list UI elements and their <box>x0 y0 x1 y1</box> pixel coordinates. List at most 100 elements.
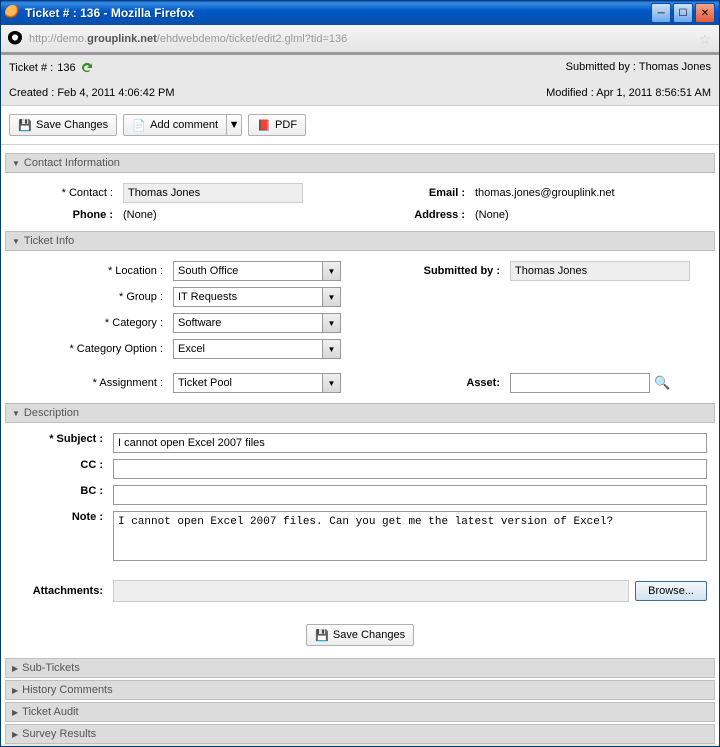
location-select[interactable]: ▼ <box>173 261 370 281</box>
url-prefix: http://demo. <box>29 33 87 45</box>
close-button[interactable]: ✕ <box>695 3 715 23</box>
sub-tickets-section-header[interactable]: ▶ Sub-Tickets <box>5 658 715 678</box>
category-option-label: Category Option : <box>13 343 163 355</box>
collapse-arrow-icon: ▼ <box>12 237 20 246</box>
submitted-by-label2: Submitted by : <box>380 265 500 277</box>
contact-section-title: Contact Information <box>24 157 120 169</box>
pdf-label: PDF <box>275 119 297 131</box>
email-value: thomas.jones@grouplink.net <box>475 187 707 199</box>
window-title: Ticket # : 136 - Mozilla Firefox <box>25 6 651 20</box>
attachments-label: Attachments: <box>13 585 103 597</box>
asset-field[interactable] <box>510 373 650 393</box>
submitted-by-label: Submitted by : <box>566 61 636 73</box>
ticket-number-label: Ticket # : <box>9 62 53 74</box>
history-title: History Comments <box>22 684 112 696</box>
maximize-button[interactable]: ☐ <box>673 3 693 23</box>
note-label: Note : <box>13 511 103 523</box>
pdf-icon <box>257 118 271 132</box>
save-icon <box>315 628 329 642</box>
save-changes-button[interactable]: Save Changes <box>9 114 117 136</box>
category-select[interactable]: ▼ <box>173 313 370 333</box>
category-option-value <box>173 339 323 359</box>
save-label-bottom: Save Changes <box>333 629 405 641</box>
subject-label: Subject : <box>13 433 103 445</box>
history-comments-section-header[interactable]: ▶ History Comments <box>5 680 715 700</box>
email-label: Email : <box>365 187 465 199</box>
site-icon <box>7 31 23 47</box>
save-icon <box>18 118 32 132</box>
url-host: grouplink.net <box>87 33 157 45</box>
minimize-button[interactable]: ─ <box>651 3 671 23</box>
bookmark-star-icon[interactable]: ☆ <box>697 31 713 47</box>
note-field[interactable] <box>113 511 707 561</box>
created-label: Created : <box>9 87 54 99</box>
group-label: Group : <box>13 291 163 303</box>
ticket-audit-section-header[interactable]: ▶ Ticket Audit <box>5 702 715 722</box>
bc-label: BC : <box>13 485 103 497</box>
expand-arrow-icon: ▶ <box>12 686 18 695</box>
chevron-down-icon[interactable]: ▼ <box>323 287 341 307</box>
window-titlebar: Ticket # : 136 - Mozilla Firefox ─ ☐ ✕ <box>1 1 719 25</box>
url-path: /ehdwebdemo/ticket/edit2.glml?tid=136 <box>157 33 347 45</box>
expand-arrow-icon: ▶ <box>12 730 18 739</box>
assignment-label: Assignment : <box>13 377 163 389</box>
subject-field[interactable] <box>113 433 707 453</box>
assignment-value <box>173 373 323 393</box>
expand-arrow-icon: ▶ <box>12 708 18 717</box>
category-value <box>173 313 323 333</box>
expand-arrow-icon: ▶ <box>12 664 18 673</box>
ticket-info-section-header[interactable]: ▼ Ticket Info <box>5 231 715 251</box>
category-option-select[interactable]: ▼ <box>173 339 370 359</box>
asset-label: Asset: <box>380 377 500 389</box>
phone-label: Phone : <box>13 209 113 221</box>
add-comment-label: Add comment <box>150 119 218 131</box>
location-value <box>173 261 323 281</box>
cc-label: CC : <box>13 459 103 471</box>
collapse-arrow-icon: ▼ <box>12 409 20 418</box>
submitted-by-value: Thomas Jones <box>639 61 711 73</box>
chevron-down-icon[interactable]: ▼ <box>323 313 341 333</box>
address-value: (None) <box>475 209 707 221</box>
ticket-info-section-title: Ticket Info <box>24 235 74 247</box>
add-comment-dropdown[interactable]: ▼ <box>226 114 242 136</box>
created-value: Feb 4, 2011 4:06:42 PM <box>57 87 174 99</box>
chevron-down-icon[interactable]: ▼ <box>323 373 341 393</box>
contact-field[interactable] <box>123 183 303 203</box>
address-label: Address : <box>365 209 465 221</box>
chevron-down-icon[interactable]: ▼ <box>323 261 341 281</box>
category-label: Category : <box>13 317 163 329</box>
modified-value: Apr 1, 2011 8:56:51 AM <box>596 87 711 99</box>
phone-value: (None) <box>123 209 355 221</box>
address-bar[interactable]: http://demo.grouplink.net/ehdwebdemo/tic… <box>1 25 719 53</box>
description-section-title: Description <box>24 407 79 419</box>
description-section-header[interactable]: ▼ Description <box>5 403 715 423</box>
save-label: Save Changes <box>36 119 108 131</box>
search-icon[interactable]: 🔍 <box>654 375 670 391</box>
chevron-down-icon[interactable]: ▼ <box>323 339 341 359</box>
assignment-select[interactable]: ▼ <box>173 373 370 393</box>
save-changes-button-bottom[interactable]: Save Changes <box>306 624 414 646</box>
audit-title: Ticket Audit <box>22 706 78 718</box>
url-text: http://demo.grouplink.net/ehdwebdemo/tic… <box>29 33 691 45</box>
location-label: Location : <box>13 265 163 277</box>
add-comment-button[interactable]: Add comment <box>123 114 226 136</box>
collapse-arrow-icon: ▼ <box>12 159 20 168</box>
add-comment-icon <box>132 118 146 132</box>
firefox-icon <box>5 5 21 21</box>
pdf-button[interactable]: PDF <box>248 114 306 136</box>
attachment-path-field <box>113 580 629 602</box>
contact-label: Contact : <box>13 187 113 199</box>
group-value <box>173 287 323 307</box>
sub-tickets-title: Sub-Tickets <box>22 662 80 674</box>
modified-label: Modified : <box>546 87 594 99</box>
survey-title: Survey Results <box>22 728 96 740</box>
cc-field[interactable] <box>113 459 707 479</box>
survey-results-section-header[interactable]: ▶ Survey Results <box>5 724 715 744</box>
ticket-number: 136 <box>57 62 75 74</box>
bc-field[interactable] <box>113 485 707 505</box>
group-select[interactable]: ▼ <box>173 287 370 307</box>
submitted-by-field[interactable] <box>510 261 690 281</box>
refresh-icon[interactable] <box>80 61 94 75</box>
contact-section-header[interactable]: ▼ Contact Information <box>5 153 715 173</box>
browse-button[interactable]: Browse... <box>635 581 707 601</box>
